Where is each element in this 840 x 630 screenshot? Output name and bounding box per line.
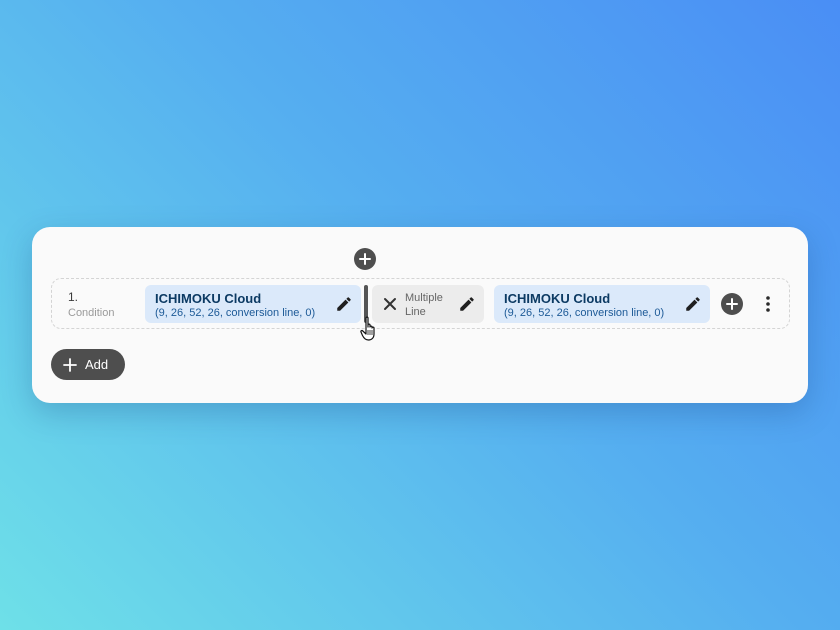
condition-row: 1. Condition ICHIMOKU Cloud (9, 26, 52, … — [51, 278, 790, 329]
more-vertical-icon[interactable] — [758, 294, 778, 314]
close-icon[interactable] — [382, 296, 398, 312]
plus-icon — [359, 253, 371, 265]
condition-index: 1. — [68, 290, 79, 304]
plus-icon — [63, 357, 77, 372]
right-indicator-params: (9, 26, 52, 26, conversion line, 0) — [504, 307, 665, 319]
operator-chip[interactable]: Multiple Line — [372, 285, 484, 323]
add-operand-button[interactable] — [721, 293, 743, 315]
condition-card: 1. Condition ICHIMOKU Cloud (9, 26, 52, … — [32, 227, 808, 403]
hand-pointer-icon — [360, 316, 375, 341]
insert-condition-button[interactable] — [354, 248, 376, 270]
right-indicator-chip[interactable]: ICHIMOKU Cloud (9, 26, 52, 26, conversio… — [494, 285, 710, 323]
add-button-label: Add — [85, 357, 109, 372]
pencil-icon[interactable] — [684, 295, 702, 313]
left-indicator-name: ICHIMOKU Cloud — [155, 291, 262, 306]
condition-label: Condition — [68, 307, 115, 319]
left-indicator-chip[interactable]: ICHIMOKU Cloud (9, 26, 52, 26, conversio… — [145, 285, 361, 323]
plus-icon — [726, 298, 738, 310]
add-condition-button[interactable]: Add — [51, 349, 125, 380]
operator-label: Multiple Line — [405, 292, 443, 318]
pencil-icon[interactable] — [335, 295, 353, 313]
pencil-icon[interactable] — [458, 295, 476, 313]
right-indicator-name: ICHIMOKU Cloud — [504, 291, 611, 306]
left-indicator-params: (9, 26, 52, 26, conversion line, 0) — [155, 307, 316, 319]
